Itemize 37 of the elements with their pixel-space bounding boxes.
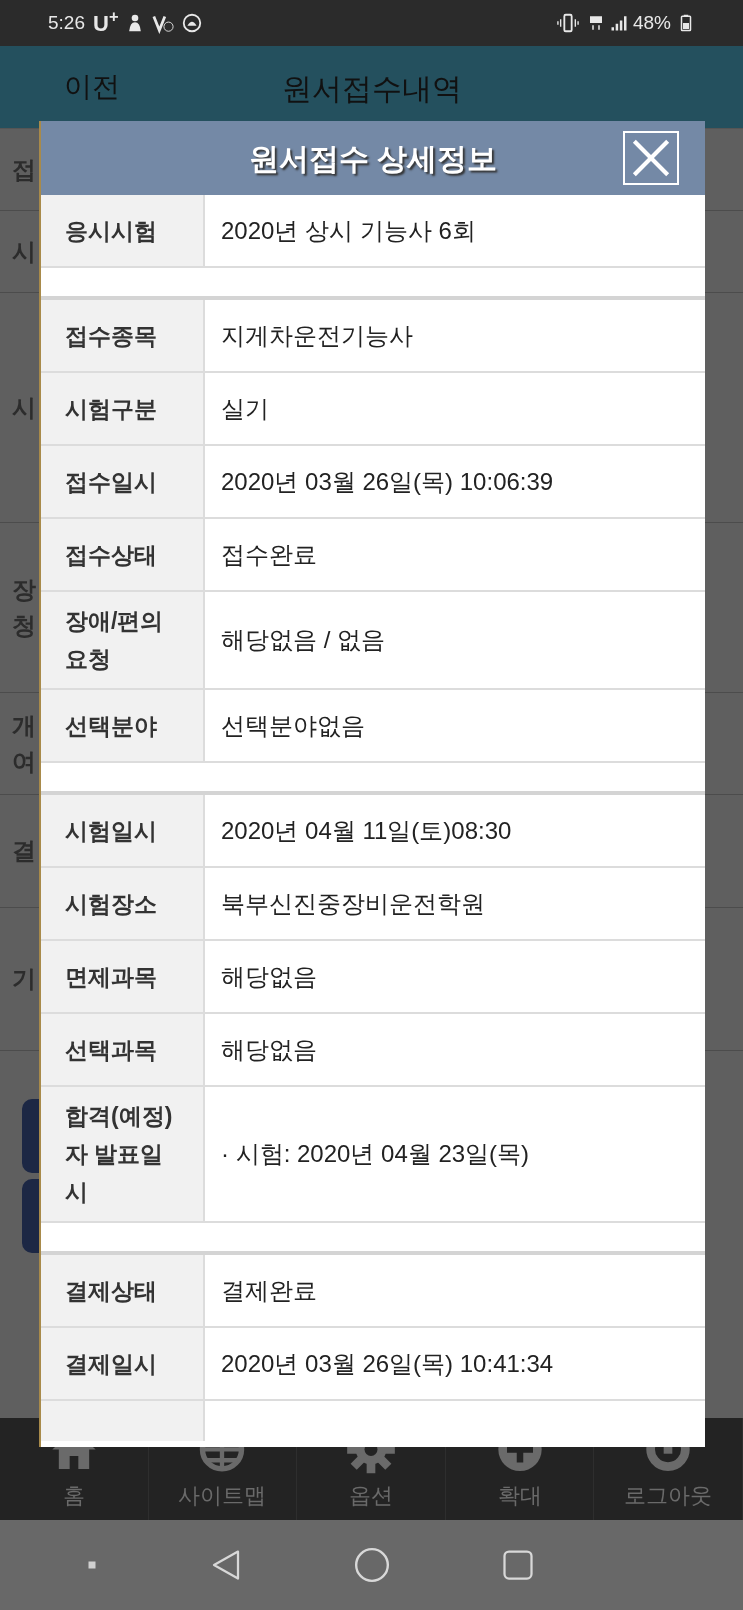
field-label: 선택분야 [65,711,157,741]
field-value: 2020년 04월 11일(토)08:30 [221,815,512,846]
field-label: 선택과목 [65,1035,157,1065]
field-value: 해당없음 / 없음 [221,625,385,655]
carrier-label: U$^{+}$ [93,6,119,38]
field-label: 합격(예정) 자 발표일 시 [65,1102,173,1207]
field-value: 북부신진중장비운전학원 [221,888,485,919]
field-label: 결제상태 [65,1276,157,1306]
field-value: 2020년 03월 26일(목) 10:06:39 [221,466,554,497]
field-value: 지게차운전기능사 [221,320,413,351]
field-value: 접수완료 [221,539,317,570]
field-label: 면제과목 [65,962,157,992]
modal-title: 원서접수 상세정보 [248,140,498,177]
page-title: 원서접수내역 [282,71,462,107]
field-label: 접수종목 [65,321,157,351]
field-value: 선택분야없음 [221,710,365,741]
battery-percent: 48% [632,10,671,35]
back-link[interactable]: 이전 [64,66,120,108]
field-value: · 시험: 2020년 04월 23일(목) [221,1139,530,1169]
field-value: 2020년 03월 26일(목) 10:41:34 [221,1348,554,1379]
field-label: 시험일시 [65,816,157,846]
field-value: 해당없음 [221,1034,317,1065]
field-label: 시험장소 [65,889,157,919]
field-value: 2020년 상시 기능사 6회 [221,215,476,246]
field-label: 접수일시 [65,467,157,497]
close-button[interactable] [623,131,679,185]
field-value: 해당없음 [221,961,317,992]
field-value: 실기 [221,393,269,424]
clock: 5:26 [48,10,85,35]
field-label: 시험구분 [65,394,157,424]
vibrate-icon [556,12,579,34]
field-label: 장애/편의 요청 [65,607,164,674]
field-label: 접수상태 [65,540,157,570]
field-value: 결제완료 [221,1275,317,1306]
field-label: 결제일시 [65,1349,157,1379]
home-button-icon[interactable] [352,1546,391,1584]
field-label: 응시시험 [65,216,157,246]
